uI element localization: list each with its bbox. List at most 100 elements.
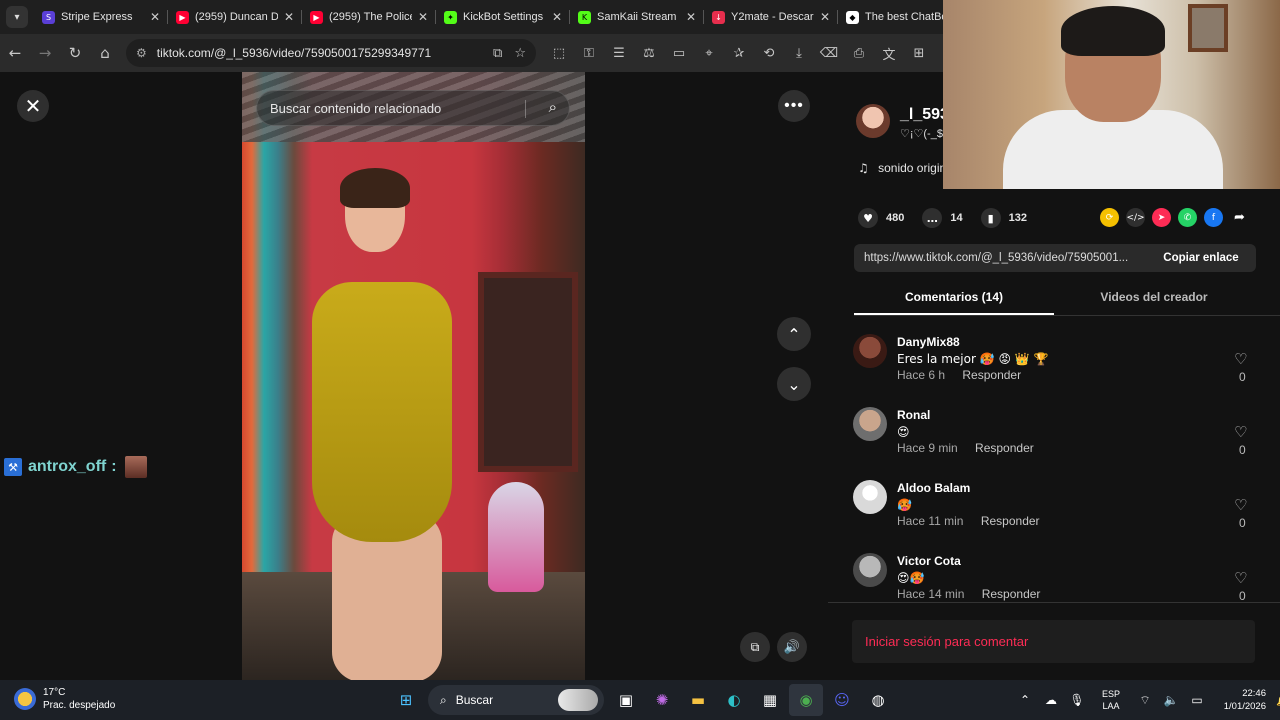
- comment-list[interactable]: DanyMix88 Eres la mejor 🥵 😡 👑 🏆 Hace 6 h…: [828, 326, 1280, 602]
- login-to-comment-button[interactable]: Iniciar sesión para comentar: [852, 620, 1255, 663]
- windows-start-icon[interactable]: ⊞: [389, 684, 423, 716]
- browser-tab[interactable]: ▶ (2959) Duncan D ✕: [168, 0, 302, 34]
- taskbar-search[interactable]: ⌕ Buscar: [428, 685, 604, 715]
- browser-tab[interactable]: ▶ (2959) The Police ✕: [302, 0, 436, 34]
- tray-overflow-icon[interactable]: ⌃: [1012, 684, 1038, 716]
- install-app-icon[interactable]: ⧉: [493, 46, 502, 61]
- speaker-icon[interactable]: 🔈: [1158, 684, 1184, 716]
- home-icon[interactable]: ⌂: [90, 38, 120, 68]
- back-icon[interactable]: ←: [0, 38, 30, 68]
- chevron-up-icon[interactable]: ⌃: [777, 317, 811, 351]
- onedrive-icon[interactable]: ☁: [1038, 684, 1064, 716]
- file-explorer-icon[interactable]: ▬: [681, 684, 715, 716]
- commenter-avatar[interactable]: [853, 407, 887, 441]
- location-icon[interactable]: ⌖: [694, 38, 724, 68]
- edge-icon[interactable]: ◐: [717, 684, 751, 716]
- task-view-icon[interactable]: ▣: [609, 684, 643, 716]
- tab-close-icon[interactable]: ✕: [686, 10, 696, 24]
- history-icon[interactable]: ⟲: [754, 38, 784, 68]
- commenter-name[interactable]: Aldoo Balam: [897, 481, 970, 495]
- send-icon[interactable]: ➤: [1152, 208, 1171, 227]
- battery-icon[interactable]: ▭: [1184, 684, 1210, 716]
- tab-close-icon[interactable]: ✕: [552, 10, 562, 24]
- volume-icon[interactable]: 🔊: [777, 632, 807, 662]
- tab-close-icon[interactable]: ✕: [284, 10, 294, 24]
- password-key-icon[interactable]: ⚿: [574, 38, 604, 68]
- embed-icon[interactable]: </>: [1126, 208, 1145, 227]
- save-button[interactable]: ▮ 132: [980, 208, 1027, 228]
- like-button[interactable]: ♥ 480: [858, 208, 904, 228]
- translate-icon[interactable]: ⚖: [634, 38, 664, 68]
- copy-link-button[interactable]: Copiar enlace: [1146, 252, 1256, 264]
- share-link-text[interactable]: https://www.tiktok.com/@_l_5936/video/75…: [854, 252, 1146, 264]
- language-indicator[interactable]: ESP LAA: [1094, 688, 1128, 712]
- commenter-avatar[interactable]: [853, 480, 887, 514]
- chrome-icon[interactable]: ◉: [789, 684, 823, 716]
- comment-button[interactable]: … 14: [922, 208, 963, 228]
- copilot-icon[interactable]: ✺: [645, 684, 679, 716]
- browser-tab[interactable]: K SamKaii Stream ✕: [570, 0, 704, 34]
- commenter-avatar[interactable]: [853, 334, 887, 368]
- microphone-icon[interactable]: 🎙: [1064, 684, 1090, 716]
- obs-icon[interactable]: ◍: [861, 684, 895, 716]
- site-info-icon[interactable]: ⚙: [136, 46, 147, 60]
- reply-button[interactable]: Responder: [981, 514, 1040, 528]
- browser-tab[interactable]: ↓ Y2mate - Descar ✕: [704, 0, 838, 34]
- tab-search-button[interactable]: ▾: [6, 6, 28, 28]
- browser-tab[interactable]: ✦ KickBot Settings ✕: [436, 0, 570, 34]
- apps-icon[interactable]: ⊞: [904, 38, 934, 68]
- reply-button[interactable]: Responder: [962, 368, 1021, 382]
- commenter-name[interactable]: Ronal: [897, 408, 930, 422]
- tab-close-icon[interactable]: ✕: [418, 10, 428, 24]
- commenter-avatar[interactable]: [853, 553, 887, 587]
- facebook-icon[interactable]: f: [1204, 208, 1223, 227]
- reading-list-icon[interactable]: ☰: [604, 38, 634, 68]
- reply-button[interactable]: Responder: [975, 441, 1034, 455]
- commenter-name[interactable]: DanyMix88: [897, 335, 960, 349]
- delete-icon[interactable]: ⌫: [814, 38, 844, 68]
- store-icon[interactable]: ▦: [753, 684, 787, 716]
- heart-icon[interactable]: ♡: [1234, 423, 1247, 441]
- discord-icon[interactable]: ☺: [825, 684, 859, 716]
- sound-link[interactable]: ♫ sonido origin: [858, 161, 946, 175]
- save-count: 132: [1008, 212, 1027, 224]
- tab-favicon: ✦: [444, 10, 457, 24]
- creator-name[interactable]: _l_593: [900, 106, 949, 124]
- browser-tab[interactable]: S Stripe Express ✕: [34, 0, 168, 34]
- creator-avatar[interactable]: [856, 104, 890, 138]
- tab-favicon: K: [578, 10, 591, 24]
- pip-icon[interactable]: ⧉: [740, 632, 770, 662]
- reload-icon[interactable]: ↻: [60, 38, 90, 68]
- address-bar[interactable]: ⚙ tiktok.com/@_l_5936/video/759050017529…: [126, 39, 536, 67]
- language-icon[interactable]: 文: [874, 38, 904, 68]
- close-icon[interactable]: ✕: [17, 90, 49, 122]
- extensions-icon[interactable]: ⬚: [544, 38, 574, 68]
- commenter-name[interactable]: Victor Cota: [897, 554, 961, 568]
- weather-widget[interactable]: 17°C Prac. despejado: [14, 686, 115, 712]
- forward-icon[interactable]: →: [30, 38, 60, 68]
- download-icon[interactable]: ⤓: [784, 38, 814, 68]
- related-search-input[interactable]: Buscar contenido relacionado ⌕: [256, 90, 570, 126]
- card-icon[interactable]: ▭: [664, 38, 694, 68]
- tab-comments[interactable]: Comentarios (14): [854, 282, 1054, 315]
- heart-icon[interactable]: ♡: [1234, 350, 1247, 368]
- notification-bell-icon[interactable]: 🔔: [1276, 694, 1280, 707]
- heart-icon[interactable]: ♡: [1234, 496, 1247, 514]
- tab-close-icon[interactable]: ✕: [820, 10, 830, 24]
- wifi-icon[interactable]: ⌔: [1132, 684, 1158, 716]
- repost-icon[interactable]: ⟳: [1100, 208, 1119, 227]
- share-arrow-icon[interactable]: ➦: [1230, 208, 1249, 227]
- heart-icon[interactable]: ♡: [1234, 569, 1247, 587]
- favorites-icon[interactable]: ✰: [724, 38, 754, 68]
- print-icon[interactable]: ⎙: [844, 38, 874, 68]
- bookmark-star-icon[interactable]: ☆: [514, 46, 526, 61]
- tab-creator-videos[interactable]: Videos del creador: [1054, 282, 1254, 315]
- reply-button[interactable]: Responder: [982, 587, 1041, 601]
- video-player[interactable]: [242, 72, 585, 680]
- tab-close-icon[interactable]: ✕: [150, 10, 160, 24]
- chevron-down-icon[interactable]: ⌄: [777, 367, 811, 401]
- search-icon[interactable]: ⌕: [549, 98, 557, 116]
- more-icon[interactable]: •••: [778, 90, 810, 122]
- clock[interactable]: 22:46 1/01/2026: [1210, 687, 1266, 713]
- whatsapp-icon[interactable]: ✆: [1178, 208, 1197, 227]
